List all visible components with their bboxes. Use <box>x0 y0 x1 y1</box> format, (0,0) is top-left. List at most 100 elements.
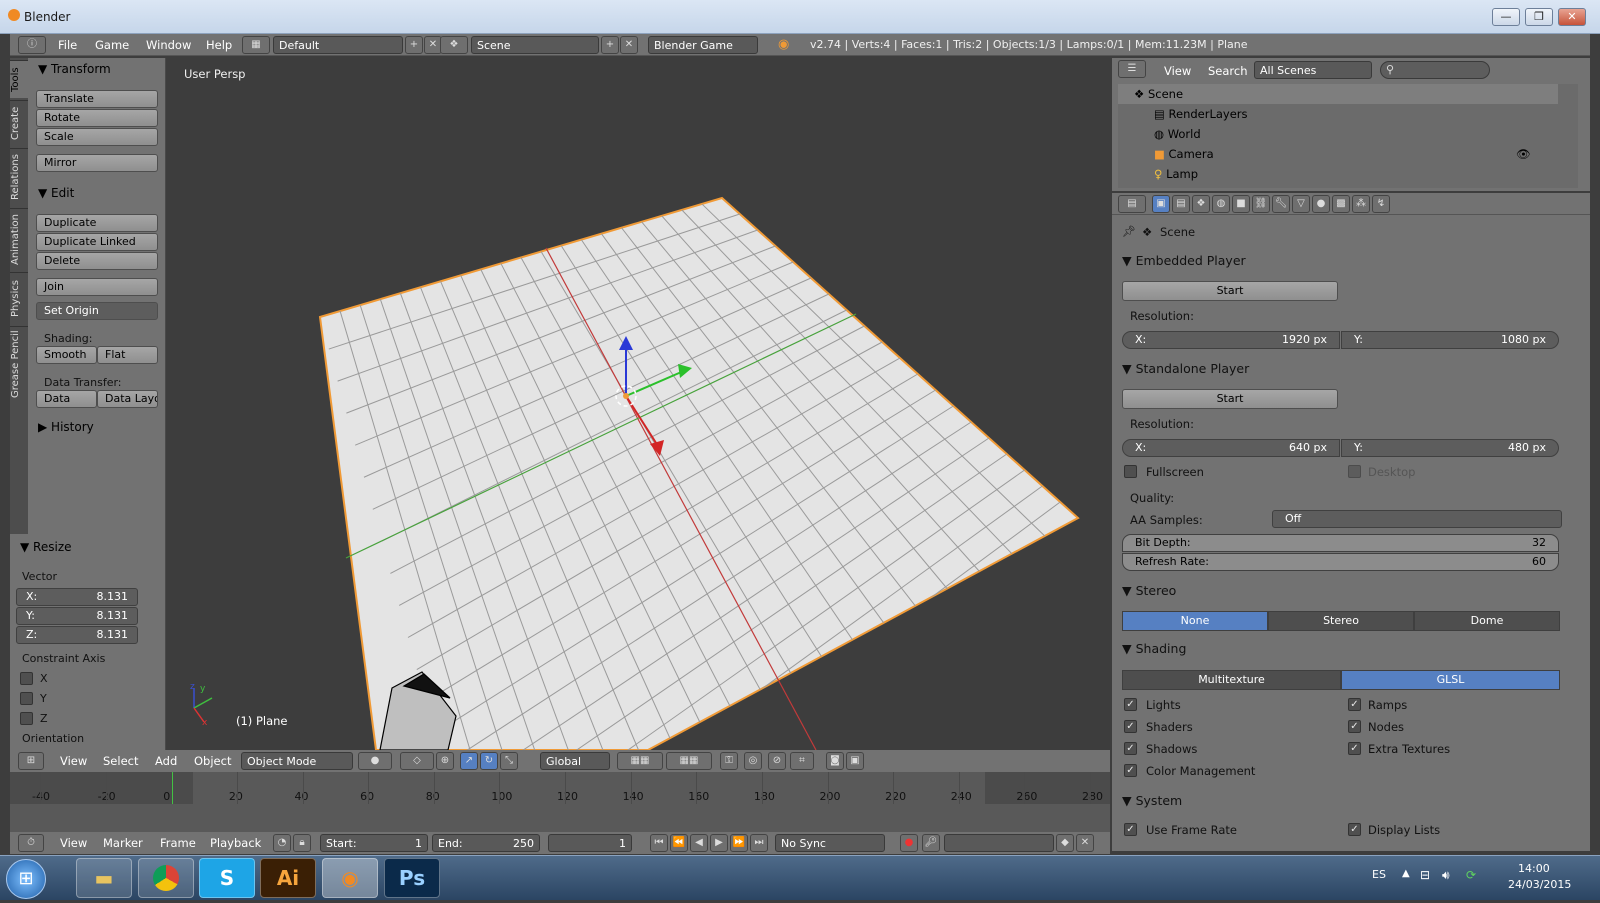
outliner-item-renderlayers[interactable]: ▤ RenderLayers <box>1118 104 1558 124</box>
taskbar-photoshop[interactable]: Ps <box>384 858 440 898</box>
vp-menu-object[interactable]: Object <box>194 754 231 768</box>
render-engine-select[interactable]: Blender Game <box>648 36 758 54</box>
menu-game[interactable]: Game <box>95 38 129 52</box>
lights-checkbox[interactable]: ✓ <box>1124 698 1137 711</box>
translate-button[interactable]: Translate <box>36 90 158 108</box>
material-tab-icon[interactable]: ● <box>1312 195 1330 213</box>
tl-menu-playback[interactable]: Playback <box>210 836 261 850</box>
stereo-panel-header[interactable]: ▼ Stereo <box>1122 583 1176 598</box>
ramps-checkbox[interactable]: ✓ <box>1348 698 1361 711</box>
language-indicator[interactable]: ES <box>1372 868 1386 881</box>
render-layers-tab-icon[interactable]: ▤ <box>1172 195 1190 213</box>
stereo-stereo-option[interactable]: Stereo <box>1268 611 1414 631</box>
outliner-item-scene[interactable]: ❖ Scene <box>1118 84 1558 104</box>
add-layout-icon[interactable]: + <box>405 36 423 54</box>
network-icon[interactable]: ⊟ <box>1420 868 1430 882</box>
modifiers-tab-icon[interactable]: 🔧︎ <box>1272 195 1290 213</box>
sync-icon[interactable]: ⟳ <box>1466 868 1476 882</box>
constraints-tab-icon[interactable]: ⛓ <box>1252 195 1270 213</box>
end-frame-field[interactable]: End: 250 <box>432 834 540 852</box>
edit-panel-header[interactable]: ▼ Edit <box>38 186 74 200</box>
taskbar-illustrator[interactable]: Ai <box>260 858 316 898</box>
display-lists-checkbox[interactable]: ✓ <box>1348 823 1361 836</box>
particles-tab-icon[interactable]: ⁂ <box>1352 195 1370 213</box>
data-layout-button[interactable]: Data Layo <box>97 390 158 408</box>
tl-menu-frame[interactable]: Frame <box>160 836 196 850</box>
fullscreen-checkbox[interactable] <box>1124 465 1137 478</box>
taskbar-blender[interactable]: ◉ <box>322 858 378 898</box>
close-button[interactable]: ✕ <box>1558 8 1586 26</box>
history-panel-header[interactable]: ▶ History <box>38 420 94 434</box>
constraint-x-checkbox[interactable] <box>20 672 33 685</box>
duplicate-button[interactable]: Duplicate <box>36 214 158 232</box>
range-icon[interactable]: ◔ <box>273 834 291 852</box>
mirror-button[interactable]: Mirror <box>36 154 158 172</box>
timeline[interactable]: -40-200204060801001201401601802002202402… <box>10 772 1110 832</box>
tab-animation[interactable]: Animation <box>10 208 28 270</box>
viewport-editor-icon[interactable]: ⊞ <box>18 752 44 770</box>
transform-orientation-select[interactable]: Global <box>540 752 610 770</box>
outliner-menu-view[interactable]: View <box>1164 64 1191 78</box>
play-icon[interactable]: ▶ <box>710 834 728 852</box>
outliner-search-input[interactable] <box>1380 61 1490 79</box>
scene-icon[interactable]: ❖ <box>440 36 468 54</box>
keying-set-field[interactable] <box>944 834 1054 852</box>
render-icon[interactable]: ◙ <box>826 752 844 770</box>
taskbar-explorer[interactable]: ▬ <box>76 858 132 898</box>
screen-layout-field[interactable]: Default <box>273 36 403 54</box>
outliner-editor-icon[interactable]: ☰ <box>1118 60 1146 78</box>
render-tab-icon[interactable]: ▣ <box>1152 195 1170 213</box>
constraint-z-checkbox[interactable] <box>20 712 33 725</box>
tab-physics[interactable]: Physics <box>10 272 28 324</box>
nodes-checkbox[interactable]: ✓ <box>1348 720 1361 733</box>
clock-date[interactable]: 24/03/2015 <box>1508 878 1571 891</box>
shadows-checkbox[interactable]: ✓ <box>1124 742 1137 755</box>
translate-manipulator-icon[interactable]: ↗ <box>460 752 478 770</box>
constraint-y-checkbox[interactable] <box>20 692 33 705</box>
snap-icon[interactable]: ⊘ <box>768 752 786 770</box>
vector-x-field[interactable]: X: 8.131 <box>16 588 138 606</box>
menu-help[interactable]: Help <box>206 38 232 52</box>
remove-scene-icon[interactable]: ✕ <box>620 36 638 54</box>
lock-icon[interactable]: 🔒︎ <box>293 834 311 852</box>
vp-menu-add[interactable]: Add <box>155 754 177 768</box>
standalone-start-button[interactable]: Start <box>1122 389 1338 409</box>
shading-panel-header[interactable]: ▼ Shading <box>1122 641 1186 656</box>
taskbar-skype[interactable]: S <box>199 858 255 898</box>
scale-manipulator-icon[interactable]: ⤡ <box>500 752 518 770</box>
system-panel-header[interactable]: ▼ System <box>1122 793 1182 808</box>
volume-icon[interactable]: 🔊︎ <box>1442 868 1450 883</box>
standalone-res-x-field[interactable]: X: 640 px <box>1122 439 1340 457</box>
timeline-editor-icon[interactable]: ⏱ <box>18 834 44 852</box>
outliner-filter-select[interactable]: All Scenes <box>1254 61 1372 79</box>
stereo-dome-option[interactable]: Dome <box>1414 611 1560 631</box>
properties-editor-icon[interactable]: ▤ <box>1118 195 1146 213</box>
prev-key-icon[interactable]: ⏪ <box>670 834 688 852</box>
render-anim-icon[interactable]: ▣ <box>846 752 864 770</box>
tl-menu-marker[interactable]: Marker <box>103 836 143 850</box>
resize-panel-header[interactable]: ▼ Resize <box>20 540 72 554</box>
tray-expand-icon[interactable]: ▲ <box>1402 868 1410 879</box>
scale-button[interactable]: Scale <box>36 128 158 146</box>
jump-end-icon[interactable]: ⏭ <box>750 834 768 852</box>
editor-type-icon[interactable]: ⓘ <box>18 36 46 54</box>
lock-layers-icon[interactable]: ⚿ <box>720 752 738 770</box>
tab-grease-pencil[interactable]: Grease Pencil <box>10 326 28 402</box>
transform-panel-header[interactable]: ▼ Transform <box>38 62 111 76</box>
screen-layout-icon[interactable]: ▦ <box>242 36 270 54</box>
proportional-edit-icon[interactable]: ◎ <box>744 752 762 770</box>
manipulator-toggle-icon[interactable]: ⊕ <box>436 752 454 770</box>
menu-window[interactable]: Window <box>146 38 191 52</box>
outliner-menu-search[interactable]: Search <box>1208 64 1248 78</box>
viewport-shading-icon[interactable]: ● <box>358 752 392 770</box>
data-button[interactable]: Data <box>36 390 97 408</box>
embedded-player-header[interactable]: ▼ Embedded Player <box>1122 253 1246 268</box>
jump-start-icon[interactable]: ⏮ <box>650 834 668 852</box>
pin-icon[interactable]: 📌︎ <box>1122 225 1136 238</box>
visibility-eye-icon[interactable]: 👁︎ <box>1516 144 1531 164</box>
outliner-item-lamp[interactable]: ♀ Lamp <box>1118 164 1558 184</box>
world-tab-icon[interactable]: ◍ <box>1212 195 1230 213</box>
taskbar-chrome[interactable] <box>138 858 194 898</box>
start-frame-field[interactable]: Start: 1 <box>320 834 428 852</box>
tl-menu-view[interactable]: View <box>60 836 87 850</box>
